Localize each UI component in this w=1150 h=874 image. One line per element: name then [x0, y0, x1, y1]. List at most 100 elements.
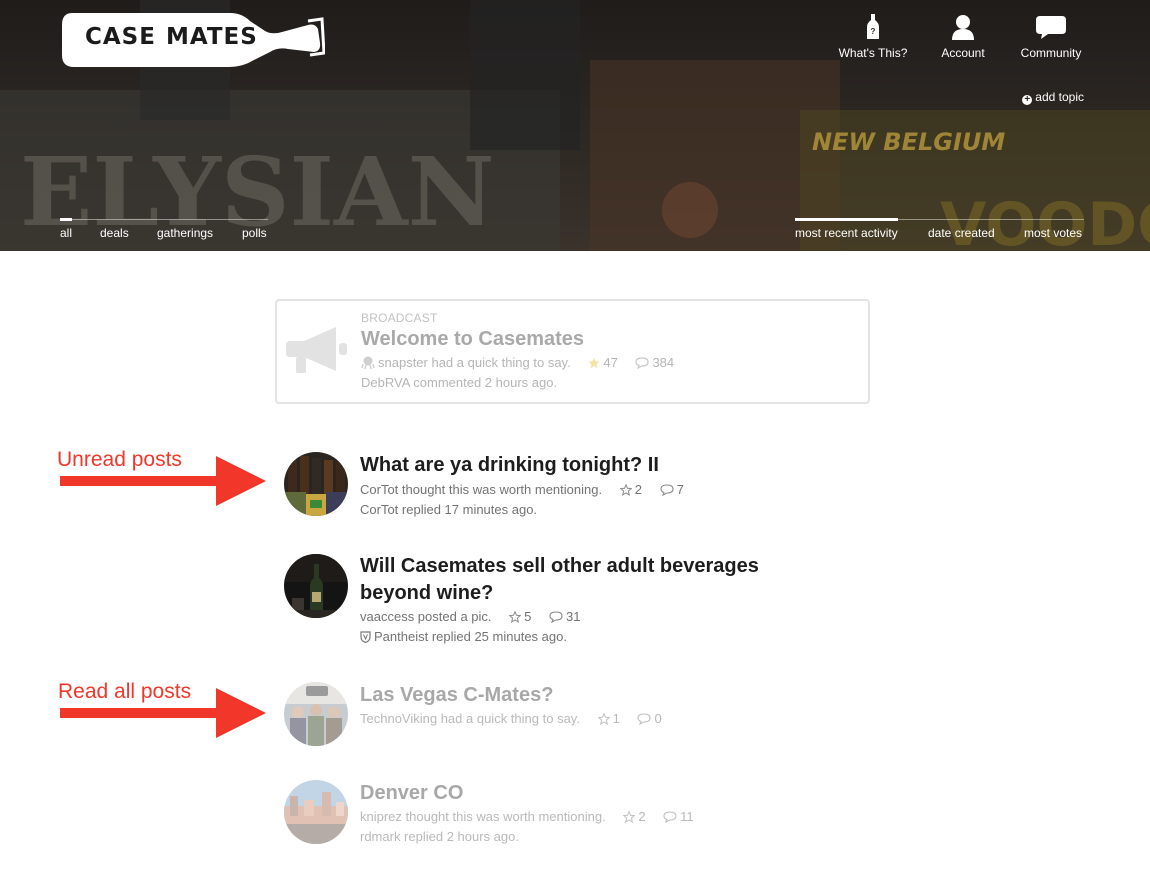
topic-title[interactable]: Will Casemates sell other adult beverage… [360, 553, 830, 607]
topic-star-count: 2 [638, 809, 646, 824]
user-icon [952, 15, 974, 40]
topic-stars[interactable]: 2 [619, 482, 642, 497]
svg-text:NEW BELGIUM: NEW BELGIUM [812, 128, 1005, 156]
sort-most-recent-activity[interactable]: most recent activity [795, 218, 898, 240]
topic-row[interactable]: Will Casemates sell other adult beverage… [284, 553, 844, 645]
topic-last-activity: rdmark replied 2 hours ago. [360, 829, 519, 844]
topic-comment-count: 11 [680, 809, 694, 824]
comment-icon [663, 811, 677, 824]
topic-star-count: 5 [524, 609, 532, 624]
broadcast-meta: snapster had a quick thing to say. 47 38… [361, 355, 674, 370]
nav-whats-this[interactable]: ? What's This? [838, 14, 908, 60]
topic-comments[interactable]: 7 [660, 482, 684, 497]
nav-community[interactable]: Community [1016, 14, 1086, 60]
sort-date-created-label: date created [928, 226, 995, 240]
topic-meta: CorTot thought this was worth mentioning… [360, 482, 684, 497]
broadcast-title[interactable]: Welcome to Casemates [361, 328, 584, 351]
speech-bubble-icon [1036, 16, 1066, 39]
topic-comment-count: 7 [676, 482, 684, 497]
topic-thumbnail[interactable] [284, 554, 348, 618]
star-outline-icon [622, 810, 636, 823]
topic-star-count: 1 [612, 711, 620, 726]
comment-icon [637, 713, 651, 726]
topic-comment-count: 0 [654, 711, 662, 726]
topic-row[interactable]: Denver CO kniprez thought this was worth… [284, 780, 844, 846]
nav-community-label: Community [1020, 46, 1082, 60]
broadcast-comments[interactable]: 384 [635, 355, 674, 370]
topic-author-text: vaaccess posted a pic. [360, 609, 492, 624]
sort-filter-bar: most recent activity date created most v… [795, 218, 1084, 243]
topic-comments[interactable]: 0 [637, 711, 662, 726]
nav-account[interactable]: Account [938, 14, 988, 60]
topic-stars[interactable]: 2 [622, 809, 646, 824]
octopus-badge-icon [361, 356, 375, 370]
broadcast-author-text: snapster had a quick thing to say. [378, 355, 571, 370]
sort-most-votes[interactable]: most votes [1024, 226, 1082, 240]
topic-meta: TechnoViking had a quick thing to say. 1… [360, 711, 662, 726]
topic-title[interactable]: What are ya drinking tonight? II [360, 452, 830, 479]
topic-thumbnail[interactable] [284, 452, 348, 516]
topic-author-text: kniprez thought this was worth mentionin… [360, 809, 606, 824]
add-topic-label: add topic [1035, 90, 1084, 104]
filter-gatherings-label: gatherings [157, 226, 214, 240]
topic-row[interactable]: What are ya drinking tonight? II CorTot … [284, 452, 844, 522]
filter-all[interactable]: all [60, 218, 73, 240]
filter-deals-label: deals [100, 226, 129, 240]
comment-icon [635, 357, 650, 370]
broadcast-stars[interactable]: 47 [588, 355, 618, 370]
topic-title[interactable]: Las Vegas C-Mates? [360, 682, 830, 709]
nav-whats-this-label: What's This? [838, 46, 908, 60]
topic-row[interactable]: Las Vegas C-Mates? TechnoViking had a qu… [284, 682, 844, 748]
logo-text-left: CASE [85, 24, 156, 50]
shield-badge-icon [360, 631, 371, 644]
topic-author-text: TechnoViking had a quick thing to say. [360, 711, 580, 726]
broadcast-card[interactable]: BROADCAST Welcome to Casemates snapster … [275, 299, 870, 404]
annotation-arrow-icon [60, 456, 266, 506]
filter-gatherings[interactable]: gatherings [157, 226, 213, 240]
filter-polls-label: polls [242, 226, 267, 240]
group-photo [284, 682, 348, 746]
topic-meta: vaaccess posted a pic. 5 31 [360, 609, 580, 624]
topic-last-activity: Pantheist replied 25 minutes ago. [360, 629, 567, 644]
topic-thumbnail[interactable] [284, 682, 348, 746]
plus-circle-icon: + [1022, 95, 1033, 105]
megaphone-icon [286, 327, 347, 373]
broadcast-star-count: 47 [603, 355, 618, 370]
topic-thumbnail[interactable] [284, 780, 348, 844]
comment-icon [549, 611, 563, 624]
broadcast-comment-count: 384 [652, 355, 675, 370]
comment-icon [660, 484, 674, 497]
casemates-logo[interactable]: CASE MATES [60, 7, 326, 69]
logo-text: CASE MATES [85, 24, 258, 50]
topic-comment-count: 31 [566, 609, 581, 624]
star-filled-icon [588, 357, 600, 369]
topic-stars[interactable]: 1 [597, 711, 620, 726]
logo-text-right: MATES [165, 24, 258, 50]
nav-account-label: Account [941, 46, 985, 60]
star-outline-icon [508, 610, 522, 623]
filter-all-label: all [60, 226, 73, 240]
star-outline-icon [619, 483, 633, 496]
topic-meta: kniprez thought this was worth mentionin… [360, 809, 694, 824]
topic-last-activity-text: Pantheist replied 25 minutes ago. [374, 629, 567, 644]
broadcast-label: BROADCAST [361, 311, 438, 325]
topic-title[interactable]: Denver CO [360, 780, 830, 807]
topic-comments[interactable]: 31 [549, 609, 580, 624]
sort-most-recent-activity-label: most recent activity [795, 226, 898, 240]
annotation-arrow-icon [60, 688, 266, 738]
topic-star-count: 2 [634, 482, 642, 497]
svg-text:?: ? [871, 27, 876, 36]
sort-date-created[interactable]: date created [928, 226, 995, 240]
topic-stars[interactable]: 5 [508, 609, 532, 624]
topic-last-activity: CorTot replied 17 minutes ago. [360, 502, 538, 517]
category-filter-bar: all deals gatherings polls [60, 218, 268, 243]
filter-deals[interactable]: deals [100, 226, 129, 240]
topic-author-text: CorTot thought this was worth mentioning… [360, 482, 603, 497]
wine-bottle-photo [284, 554, 348, 618]
add-topic-link[interactable]: + add topic [1022, 90, 1084, 105]
city-photo [284, 780, 348, 844]
beer-bottles-photo [284, 452, 348, 516]
broadcast-last-activity: DebRVA commented 2 hours ago. [361, 375, 558, 390]
topic-comments[interactable]: 11 [663, 809, 694, 824]
filter-polls[interactable]: polls [242, 226, 267, 240]
